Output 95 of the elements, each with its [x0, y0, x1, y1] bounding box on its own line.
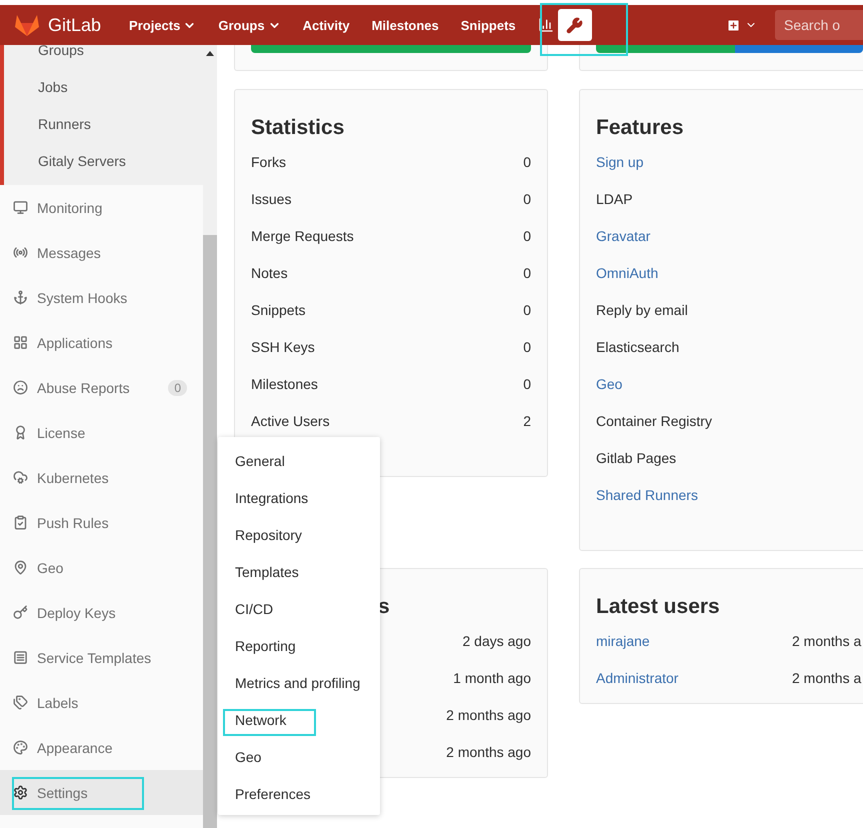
- stat-label: Issues: [251, 190, 292, 206]
- stat-label: Active Users: [251, 412, 330, 428]
- nav-link[interactable]: Groups: [218, 18, 281, 32]
- stat-label: Milestones: [251, 376, 318, 392]
- sidebar-item[interactable]: Service Templates: [0, 635, 203, 680]
- sidebar-item[interactable]: Labels: [0, 680, 203, 725]
- feature-link[interactable]: Geo: [596, 376, 622, 392]
- clipboard-icon: [13, 515, 28, 530]
- key-icon: [13, 605, 28, 620]
- tags-icon: [13, 695, 28, 710]
- wrench-icon: [566, 16, 584, 34]
- new-item-button[interactable]: [726, 18, 757, 32]
- stat-label: Snippets: [251, 302, 306, 318]
- stat-value: 0: [523, 190, 531, 206]
- menu-item[interactable]: General: [218, 442, 380, 479]
- sidebar-subitem[interactable]: Gitaly Servers: [38, 142, 126, 179]
- time-ago: 1 month ago: [453, 670, 531, 686]
- menu-item[interactable]: Metrics and profiling: [218, 664, 380, 701]
- antenna-icon: [13, 245, 28, 260]
- grid-icon: [13, 335, 28, 350]
- admin-wrench-button[interactable]: [558, 9, 592, 41]
- ribbon-icon: [13, 425, 28, 440]
- feature-label: LDAP: [596, 190, 633, 206]
- menu-item[interactable]: Templates: [218, 553, 380, 590]
- sidebar-item[interactable]: Push Rules: [0, 500, 203, 545]
- nav-link[interactable]: Activity: [302, 18, 350, 32]
- sidebar-subitem[interactable]: Jobs: [38, 68, 68, 105]
- card-title: Latest users: [596, 594, 720, 620]
- time-ago: 2 days ago: [462, 632, 531, 648]
- sidebar-subitem[interactable]: Groups: [38, 45, 84, 68]
- stat-value: 0: [523, 154, 531, 170]
- stat-value: 2: [523, 412, 531, 428]
- settings-icon: [13, 785, 28, 800]
- palette-icon: [13, 740, 28, 755]
- feature-label: Elasticsearch: [596, 338, 680, 354]
- sidebar-item[interactable]: System Hooks: [0, 275, 203, 320]
- time-ago: 2 months a: [792, 670, 862, 686]
- menu-item[interactable]: Reporting: [218, 627, 380, 664]
- scrollbar-thumb[interactable]: [203, 235, 217, 828]
- monitor-icon: [13, 200, 28, 215]
- feature-label: Reply by email: [596, 302, 688, 318]
- card-title: Features: [596, 115, 684, 141]
- menu-item[interactable]: CI/CD: [218, 590, 380, 627]
- card-title: Statistics: [251, 115, 344, 141]
- time-ago: 2 months a: [792, 632, 862, 648]
- feature-link[interactable]: OmniAuth: [596, 264, 658, 280]
- nav-link[interactable]: Projects: [129, 18, 196, 32]
- count-badge: 0: [168, 380, 187, 396]
- map-pin-icon: [13, 560, 28, 575]
- feature-label: Container Registry: [596, 412, 712, 428]
- stat-label: Merge Requests: [251, 228, 354, 244]
- frown-face-icon: [13, 380, 28, 395]
- brand-name[interactable]: GitLab: [48, 14, 102, 36]
- time-ago: 2 months ago: [446, 706, 531, 722]
- user-link[interactable]: Administrator: [596, 670, 792, 686]
- feature-link[interactable]: Gravatar: [596, 228, 650, 244]
- stat-value: 0: [523, 228, 531, 244]
- sidebar-item[interactable]: Settings: [0, 770, 203, 815]
- sidebar-item[interactable]: License: [0, 410, 203, 455]
- time-ago: 2 months ago: [446, 744, 531, 760]
- menu-item[interactable]: Geo: [218, 738, 380, 775]
- panel-icon: [13, 650, 28, 665]
- sidebar-item[interactable]: Messages: [0, 230, 203, 275]
- menu-item[interactable]: Integrations: [218, 479, 380, 516]
- stat-value: 0: [523, 264, 531, 280]
- nav-link[interactable]: Snippets: [460, 18, 516, 32]
- menu-item[interactable]: Preferences: [218, 775, 380, 812]
- sidebar-item[interactable]: Abuse Reports 0: [0, 365, 203, 410]
- menu-item[interactable]: Network: [218, 701, 380, 738]
- sidebar-subitem[interactable]: Runners: [38, 105, 91, 142]
- stat-value: 0: [523, 338, 531, 354]
- menu-item[interactable]: Repository: [218, 516, 380, 553]
- chart-icon[interactable]: [538, 17, 554, 33]
- search-field[interactable]: Search o: [775, 10, 863, 40]
- stat-label: SSH Keys: [251, 338, 315, 354]
- stat-value: 0: [523, 376, 531, 392]
- stat-label: Notes: [251, 264, 288, 280]
- user-link[interactable]: mirajane: [596, 632, 792, 648]
- anchor-icon: [13, 290, 28, 305]
- plus-icon: [726, 18, 741, 32]
- nav-link[interactable]: Milestones: [372, 18, 439, 32]
- sidebar-item[interactable]: Deploy Keys: [0, 590, 203, 635]
- feature-link[interactable]: Shared Runners: [596, 486, 698, 502]
- sidebar-item[interactable]: Kubernetes: [0, 455, 203, 500]
- sidebar-item[interactable]: Appearance: [0, 725, 203, 770]
- feature-label: Gitlab Pages: [596, 450, 676, 466]
- scroll-up-arrow-icon[interactable]: [206, 51, 214, 56]
- feature-link[interactable]: Sign up: [596, 154, 644, 170]
- stat-value: 0: [523, 302, 531, 318]
- stat-label: Forks: [251, 154, 286, 170]
- sidebar-item[interactable]: Monitoring: [0, 185, 203, 230]
- sidebar-item[interactable]: Geo: [0, 545, 203, 590]
- sidebar-item[interactable]: Applications: [0, 320, 203, 365]
- fox-logo-icon[interactable]: [14, 13, 40, 37]
- cloud-gear-icon: [13, 470, 28, 485]
